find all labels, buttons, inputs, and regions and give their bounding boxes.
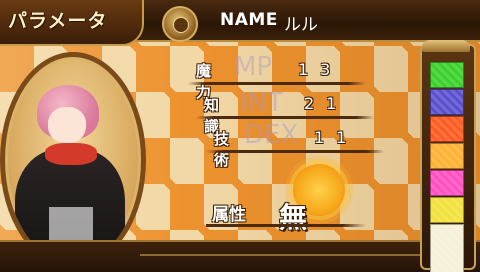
stat-underline [196, 116, 374, 119]
stat-value: 11 [314, 128, 359, 147]
stat-ghost-label: INT [240, 88, 283, 118]
attribute-label: 属性 [212, 205, 246, 225]
element-gauge-cap [422, 40, 470, 52]
portrait-collar [45, 143, 97, 165]
element-swatch [430, 116, 464, 142]
stat-ghost-label: MP [234, 52, 273, 82]
stat-ghost-label: DEX [244, 120, 299, 150]
element-swatch [430, 224, 464, 272]
footer-divider [140, 254, 420, 256]
element-swatch [430, 197, 464, 223]
attribute-underline [206, 224, 366, 227]
attribute-value: 無 [279, 201, 308, 234]
character-portrait [0, 52, 146, 268]
portrait-face [48, 107, 86, 143]
crest-icon [162, 6, 198, 42]
screen-title: パラメータ [8, 10, 108, 32]
name-label: NAME [220, 10, 278, 30]
element-swatch [430, 143, 464, 169]
element-swatch [430, 170, 464, 196]
element-swatch [430, 62, 464, 88]
top-bar: パラメータ NAME ルル [0, 0, 480, 46]
stat-underline [206, 150, 384, 153]
stat-value: 21 [304, 94, 349, 113]
crest-center [173, 17, 189, 33]
bottom-bar [0, 240, 480, 272]
element-swatch [430, 89, 464, 115]
stat-label: 技術 [214, 130, 230, 169]
title-plate: パラメータ [0, 0, 144, 46]
parameter-screen: パラメータ NAME ルル MP 魔力 13 INT 知識 21 DEX 技術 … [0, 0, 480, 272]
stat-value: 13 [298, 60, 343, 79]
character-name: ルル [284, 15, 318, 35]
stat-underline [188, 82, 366, 85]
